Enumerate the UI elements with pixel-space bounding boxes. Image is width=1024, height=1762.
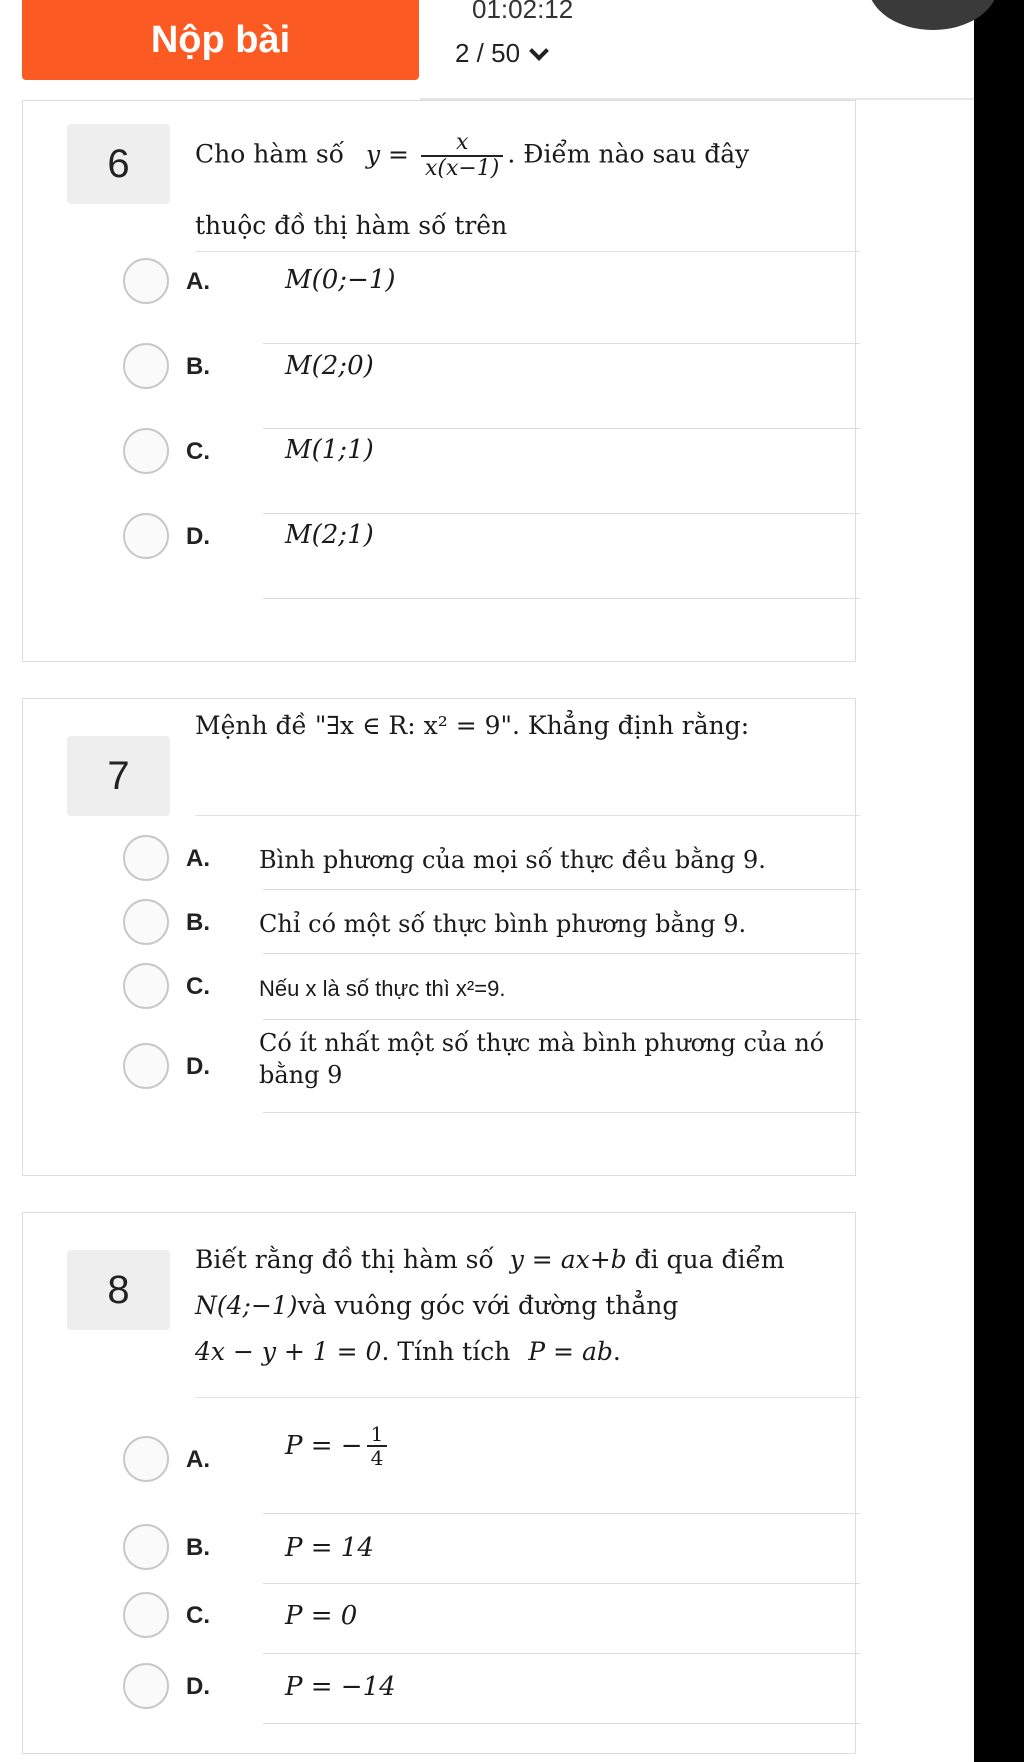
option-text: Nếu x là số thực thì x²=9. bbox=[259, 976, 506, 1001]
question-card-7: 7 Mệnh đề "∃x ∈ R: x² = 9". Khẳng định r… bbox=[22, 698, 860, 1176]
option-radio-a[interactable] bbox=[123, 835, 169, 881]
page-indicator: 2 / 50 bbox=[455, 38, 521, 68]
option-text: P = 14 bbox=[285, 1533, 374, 1563]
option-radio-a[interactable] bbox=[123, 1436, 169, 1482]
option-text: Bình phương của mọi số thực đều bằng 9. bbox=[259, 846, 766, 874]
divider bbox=[195, 251, 860, 252]
divider bbox=[263, 1723, 860, 1724]
option-radio-b[interactable] bbox=[123, 343, 169, 389]
option-text: P = −14 bbox=[285, 1672, 396, 1702]
option-text: M(2;0) bbox=[285, 351, 374, 381]
question-text: Cho hàm số y = x x(x−1) . Điểm nào sau đ… bbox=[195, 130, 750, 182]
submit-button[interactable]: Nộp bài bbox=[22, 0, 419, 80]
fraction: x x(x−1) bbox=[420, 130, 504, 181]
question-number: 8 bbox=[67, 1250, 170, 1330]
divider bbox=[263, 343, 860, 344]
divider bbox=[195, 1397, 860, 1398]
chevron-down-icon bbox=[529, 40, 549, 61]
option-radio-d[interactable] bbox=[123, 513, 169, 559]
option-letter: D. bbox=[186, 1053, 210, 1080]
question-number: 6 bbox=[67, 124, 170, 204]
option-text: Có ít nhất một số thực mà bình phương củ… bbox=[259, 1029, 825, 1057]
timer: 01:02:12 bbox=[472, 0, 574, 24]
page-selector[interactable]: 2 / 50 bbox=[455, 38, 549, 69]
option-letter: C. bbox=[186, 1602, 210, 1629]
option-text: Chỉ có một số thực bình phương bằng 9. bbox=[259, 910, 747, 938]
divider bbox=[263, 1583, 860, 1584]
option-letter: C. bbox=[186, 973, 210, 1000]
option-radio-c[interactable] bbox=[123, 963, 169, 1009]
header: Nộp bài 01:02:12 2 / 50 bbox=[0, 0, 998, 95]
question-card-8: 8 Biết rằng đồ thị hàm số y = ax+b đi qu… bbox=[22, 1212, 860, 1754]
option-text: M(1;1) bbox=[285, 435, 374, 465]
option-radio-d[interactable] bbox=[123, 1663, 169, 1709]
divider bbox=[263, 889, 860, 890]
option-text: M(2;1) bbox=[285, 520, 374, 550]
divider bbox=[263, 1019, 860, 1020]
question-text: Mệnh đề "∃x ∈ R: x² = 9". Khẳng định rằn… bbox=[195, 711, 750, 740]
option-radio-b[interactable] bbox=[123, 1524, 169, 1570]
option-radio-a[interactable] bbox=[123, 258, 169, 304]
divider bbox=[263, 428, 860, 429]
divider bbox=[263, 1653, 860, 1654]
option-letter: B. bbox=[186, 353, 210, 380]
fraction: 1 4 bbox=[366, 1423, 388, 1469]
option-text: P = 0 bbox=[285, 1601, 358, 1631]
divider bbox=[263, 1513, 860, 1514]
right-edge-strip bbox=[974, 0, 1024, 1762]
question-text-line3: 4x − y + 1 = 0. Tính tích P = ab. bbox=[195, 1337, 621, 1366]
divider bbox=[263, 513, 860, 514]
option-radio-d[interactable] bbox=[123, 1043, 169, 1089]
divider bbox=[195, 815, 860, 816]
option-letter: A. bbox=[186, 845, 210, 872]
option-letter: A. bbox=[186, 1446, 210, 1473]
option-letter: B. bbox=[186, 1534, 210, 1561]
option-letter: D. bbox=[186, 1673, 210, 1700]
question-number: 7 bbox=[67, 736, 170, 816]
option-letter: B. bbox=[186, 909, 210, 936]
option-letter: D. bbox=[186, 523, 210, 550]
divider bbox=[263, 1112, 860, 1113]
option-text: P = − 1 4 bbox=[285, 1423, 391, 1469]
question-card-6: 6 Cho hàm số y = x x(x−1) . Điểm nào sau… bbox=[22, 100, 860, 662]
option-radio-c[interactable] bbox=[123, 428, 169, 474]
question-text-line2: thuộc đồ thị hàm số trên bbox=[195, 211, 508, 240]
question-text-line1: Biết rằng đồ thị hàm số y = ax+b đi qua … bbox=[195, 1245, 785, 1274]
option-letter: C. bbox=[186, 438, 210, 465]
option-letter: A. bbox=[186, 268, 210, 295]
option-radio-b[interactable] bbox=[123, 899, 169, 945]
option-radio-c[interactable] bbox=[123, 1592, 169, 1638]
question-text-line2: N(4;−1)và vuông góc với đường thẳng bbox=[195, 1291, 679, 1320]
divider bbox=[263, 953, 860, 954]
option-text: M(0;−1) bbox=[285, 265, 396, 295]
option-text-line2: bằng 9 bbox=[259, 1061, 343, 1089]
divider bbox=[263, 598, 860, 599]
